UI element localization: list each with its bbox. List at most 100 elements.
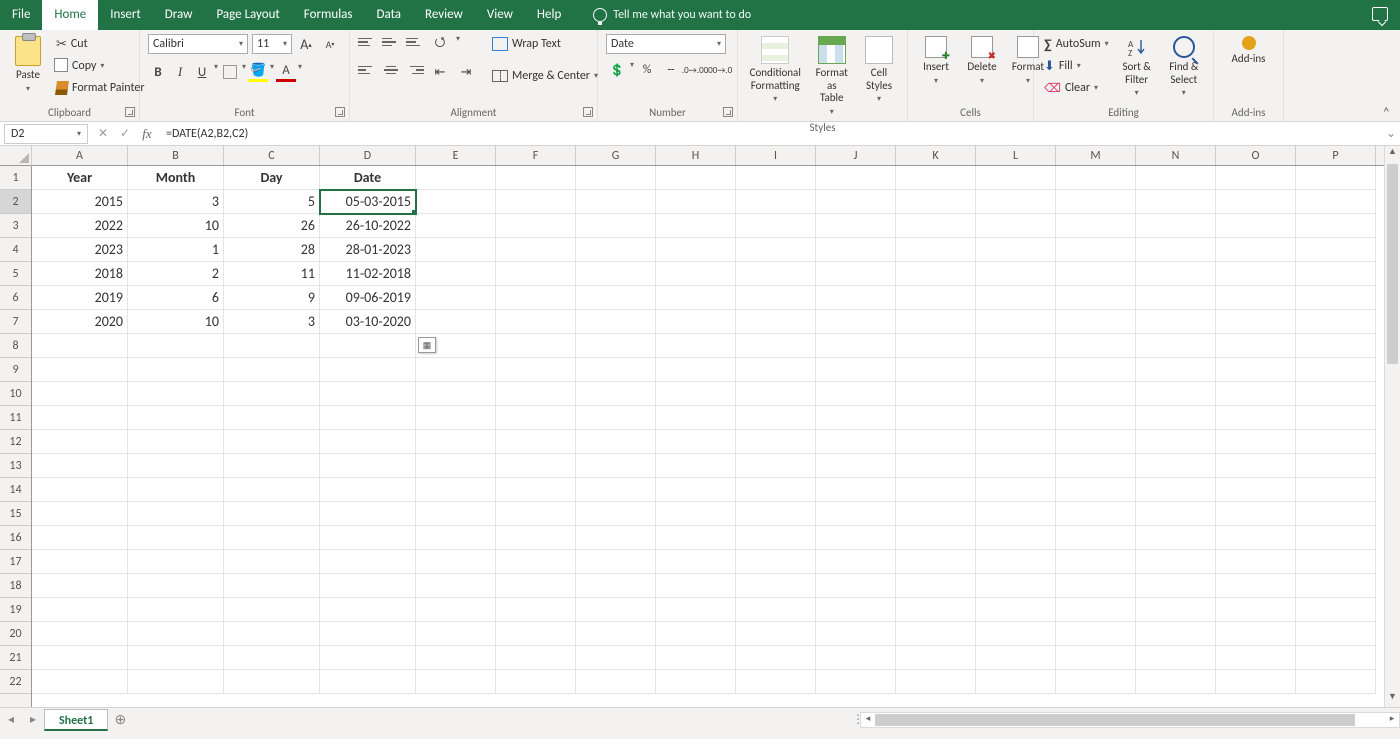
cell-H1[interactable]	[656, 166, 736, 190]
cell-A9[interactable]	[32, 358, 128, 382]
cell-D12[interactable]	[320, 430, 416, 454]
align-center-button[interactable]	[382, 62, 400, 78]
cell-A14[interactable]	[32, 478, 128, 502]
cell-B19[interactable]	[128, 598, 224, 622]
cell-C13[interactable]	[224, 454, 320, 478]
cell-styles-button[interactable]: Cell Styles▾	[859, 34, 899, 106]
cancel-formula-button[interactable]: ✕	[92, 126, 114, 141]
cell-D16[interactable]	[320, 526, 416, 550]
cell-C3[interactable]: 26	[224, 214, 320, 238]
cell-A7[interactable]: 2020	[32, 310, 128, 334]
cell-D1[interactable]: Date	[320, 166, 416, 190]
cell-B15[interactable]	[128, 502, 224, 526]
name-box[interactable]: D2▾	[4, 124, 88, 144]
cell-E14[interactable]	[416, 478, 496, 502]
cell-F12[interactable]	[496, 430, 576, 454]
cell-I9[interactable]	[736, 358, 816, 382]
cell-M18[interactable]	[1056, 574, 1136, 598]
cell-B14[interactable]	[128, 478, 224, 502]
row-header-21[interactable]: 21	[0, 646, 31, 670]
cell-G7[interactable]	[576, 310, 656, 334]
dialog-launcher-icon[interactable]	[125, 107, 135, 117]
column-header-F[interactable]: F	[496, 146, 576, 165]
cell-K12[interactable]	[896, 430, 976, 454]
cell-M1[interactable]	[1056, 166, 1136, 190]
cell-J10[interactable]	[816, 382, 896, 406]
cell-C22[interactable]	[224, 670, 320, 694]
cell-G13[interactable]	[576, 454, 656, 478]
cell-P7[interactable]	[1296, 310, 1376, 334]
cell-H2[interactable]	[656, 190, 736, 214]
collapse-ribbon-button[interactable]: ˄	[1372, 104, 1400, 121]
cell-D19[interactable]	[320, 598, 416, 622]
cell-H22[interactable]	[656, 670, 736, 694]
cell-C1[interactable]: Day	[224, 166, 320, 190]
cell-H9[interactable]	[656, 358, 736, 382]
cell-E6[interactable]	[416, 286, 496, 310]
cell-P8[interactable]	[1296, 334, 1376, 358]
conditional-formatting-button[interactable]: Conditional Formatting▾	[746, 34, 804, 106]
column-header-I[interactable]: I	[736, 146, 816, 165]
cell-J15[interactable]	[816, 502, 896, 526]
cell-K22[interactable]	[896, 670, 976, 694]
cell-G4[interactable]	[576, 238, 656, 262]
chevron-down-icon[interactable]: ▾	[214, 62, 218, 82]
cell-M17[interactable]	[1056, 550, 1136, 574]
cell-B3[interactable]: 10	[128, 214, 224, 238]
borders-button[interactable]	[223, 65, 237, 79]
dialog-launcher-icon[interactable]	[583, 107, 593, 117]
cell-N3[interactable]	[1136, 214, 1216, 238]
chevron-down-icon[interactable]: ▾	[270, 62, 274, 82]
wrap-text-button[interactable]: Wrap Text	[490, 34, 600, 54]
cell-B16[interactable]	[128, 526, 224, 550]
cell-K21[interactable]	[896, 646, 976, 670]
cell-I5[interactable]	[736, 262, 816, 286]
cell-I15[interactable]	[736, 502, 816, 526]
cell-N19[interactable]	[1136, 598, 1216, 622]
cell-G14[interactable]	[576, 478, 656, 502]
column-header-O[interactable]: O	[1216, 146, 1296, 165]
cell-O2[interactable]	[1216, 190, 1296, 214]
cell-L7[interactable]	[976, 310, 1056, 334]
cell-L4[interactable]	[976, 238, 1056, 262]
cell-L12[interactable]	[976, 430, 1056, 454]
tab-review[interactable]: Review	[413, 0, 475, 30]
cell-C21[interactable]	[224, 646, 320, 670]
row-header-6[interactable]: 6	[0, 286, 31, 310]
decrease-indent-button[interactable]: ⇤	[430, 62, 450, 82]
cell-J11[interactable]	[816, 406, 896, 430]
tab-insert[interactable]: Insert	[98, 0, 153, 30]
vertical-scrollbar[interactable]: ▲ ▼	[1384, 146, 1400, 707]
cell-P15[interactable]	[1296, 502, 1376, 526]
cell-M4[interactable]	[1056, 238, 1136, 262]
italic-button[interactable]: I	[170, 62, 190, 82]
cell-N7[interactable]	[1136, 310, 1216, 334]
cell-J3[interactable]	[816, 214, 896, 238]
cell-A12[interactable]	[32, 430, 128, 454]
cell-O22[interactable]	[1216, 670, 1296, 694]
addins-button[interactable]: Add-ins	[1228, 34, 1270, 68]
cell-C5[interactable]: 11	[224, 262, 320, 286]
column-header-P[interactable]: P	[1296, 146, 1376, 165]
cell-I12[interactable]	[736, 430, 816, 454]
cell-J12[interactable]	[816, 430, 896, 454]
cell-F15[interactable]	[496, 502, 576, 526]
cell-C20[interactable]	[224, 622, 320, 646]
cell-J8[interactable]	[816, 334, 896, 358]
cell-I2[interactable]	[736, 190, 816, 214]
cell-N8[interactable]	[1136, 334, 1216, 358]
cell-E2[interactable]	[416, 190, 496, 214]
cell-K13[interactable]	[896, 454, 976, 478]
cell-P3[interactable]	[1296, 214, 1376, 238]
cell-A2[interactable]: 2015	[32, 190, 128, 214]
cell-M8[interactable]	[1056, 334, 1136, 358]
expand-formula-bar-button[interactable]: ⌄	[1382, 126, 1400, 141]
cell-L19[interactable]	[976, 598, 1056, 622]
cell-B18[interactable]	[128, 574, 224, 598]
cell-H3[interactable]	[656, 214, 736, 238]
cell-F13[interactable]	[496, 454, 576, 478]
cell-L17[interactable]	[976, 550, 1056, 574]
cell-B6[interactable]: 6	[128, 286, 224, 310]
cell-J1[interactable]	[816, 166, 896, 190]
cell-B12[interactable]	[128, 430, 224, 454]
